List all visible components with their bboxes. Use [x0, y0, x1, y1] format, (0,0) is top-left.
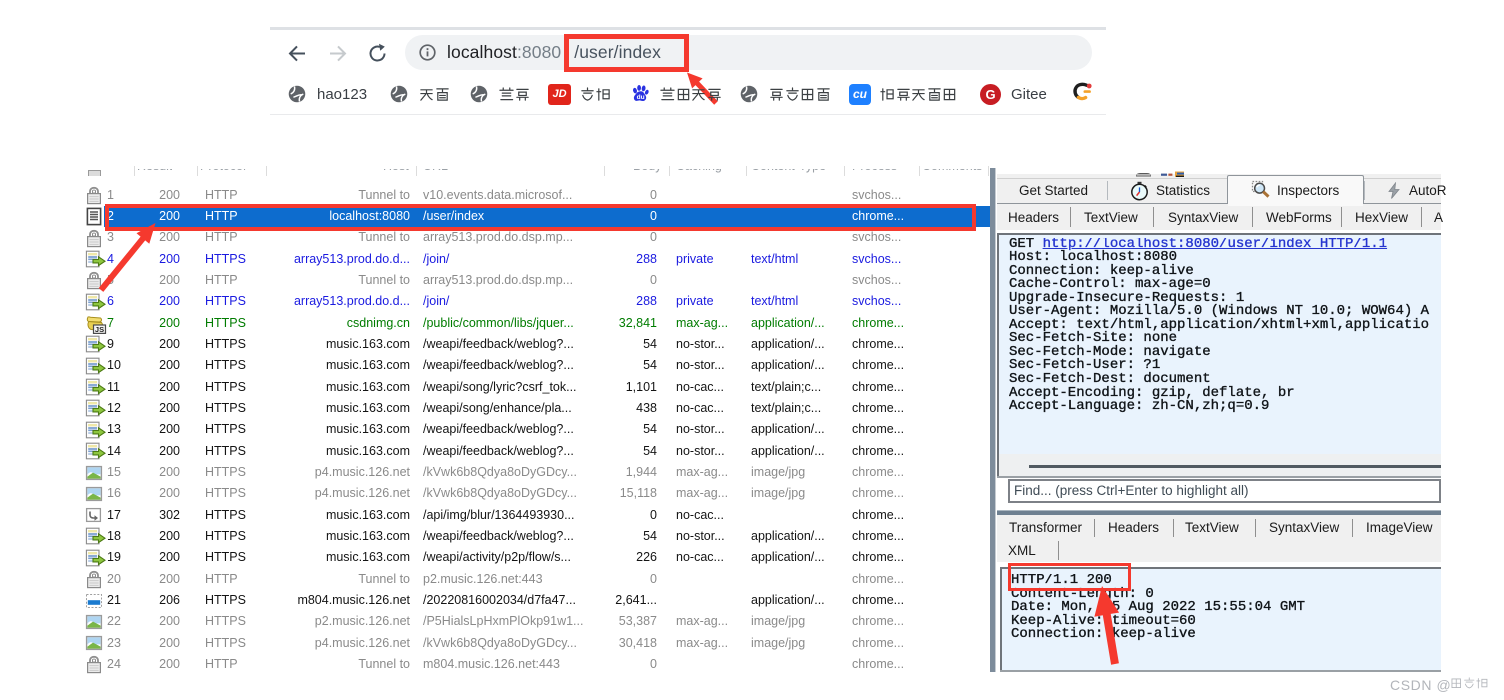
svg-text:du: du [637, 94, 645, 101]
svg-text:JS: JS [95, 325, 104, 334]
